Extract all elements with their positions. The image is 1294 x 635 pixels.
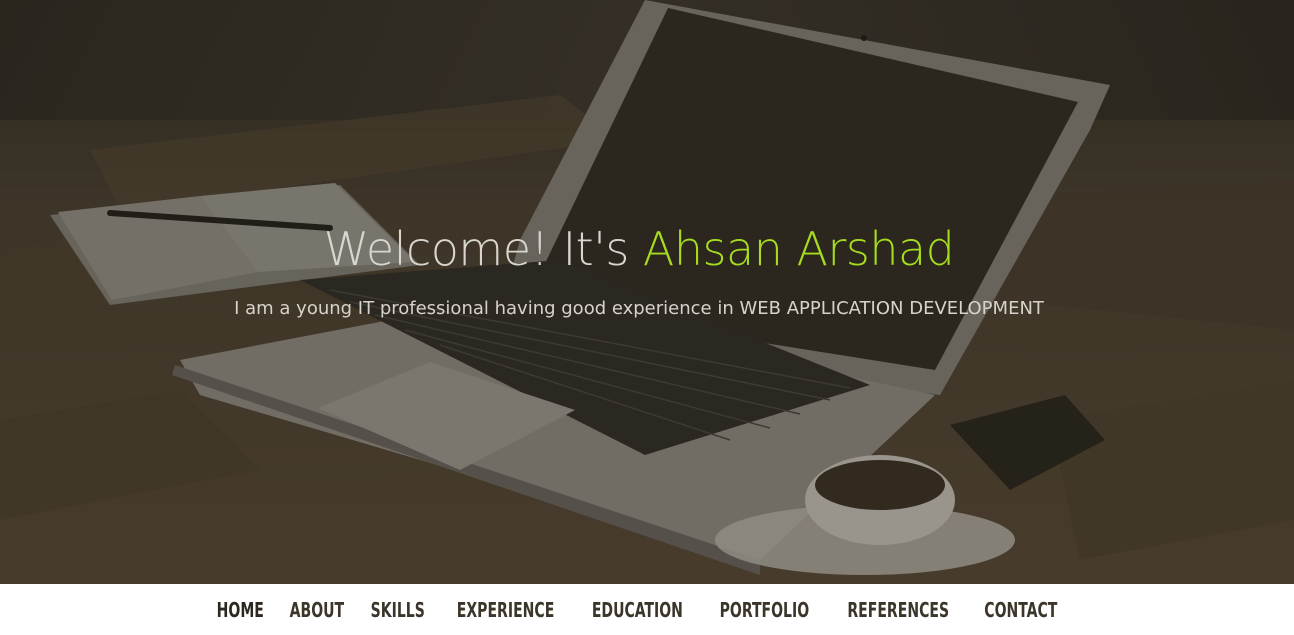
hero-title: Welcome! It's Ahsan Arshad — [0, 218, 1278, 280]
hero-section: Welcome! It's Ahsan Arshad I am a young … — [0, 0, 1294, 584]
hero-subtitle: I am a young IT professional having good… — [234, 298, 1044, 319]
nav-item-experience[interactable]: EXPERIENCE — [457, 586, 555, 634]
nav-item-about[interactable]: ABOUT — [289, 586, 343, 634]
nav-item-education[interactable]: EDUCATION — [592, 586, 683, 634]
hero-name: Ahsan Arshad — [642, 222, 955, 276]
nav-list: HOME ABOUT SKILLS EXPERIENCE EDUCATION P… — [0, 584, 1278, 635]
nav-item-contact[interactable]: CONTACT — [984, 586, 1057, 634]
nav-item-home[interactable]: HOME — [217, 586, 264, 634]
nav-item-portfolio[interactable]: PORTFOLIO — [720, 586, 810, 634]
hero-greeting: Welcome! It's — [323, 222, 643, 276]
main-navigation: HOME ABOUT SKILLS EXPERIENCE EDUCATION P… — [0, 584, 1294, 635]
nav-item-skills[interactable]: SKILLS — [370, 586, 424, 634]
hero-dark-overlay — [0, 0, 1294, 584]
nav-item-references[interactable]: REFERENCES — [847, 586, 949, 634]
